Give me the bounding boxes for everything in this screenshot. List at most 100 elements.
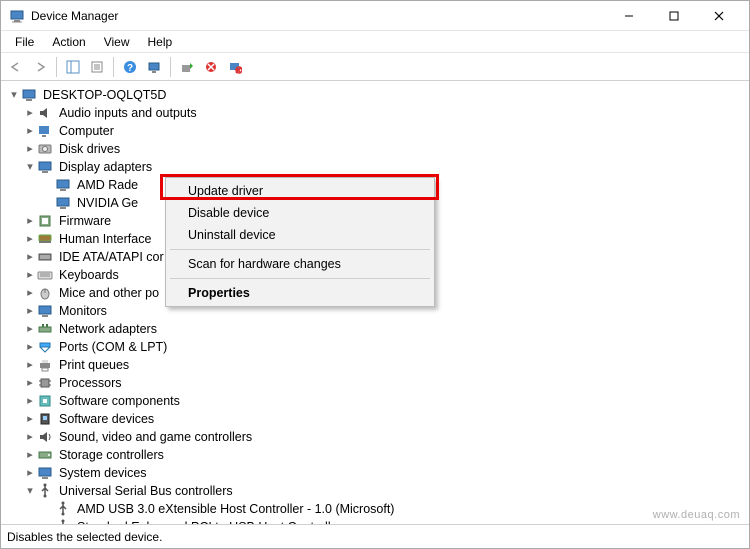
- node-label: NVIDIA Ge: [75, 194, 140, 212]
- chevron-right-icon[interactable]: ▸: [23, 286, 37, 300]
- node-label: AMD USB 3.0 eXtensible Host Controller -…: [75, 500, 396, 518]
- tree-category-usb[interactable]: ▾ Universal Serial Bus controllers: [7, 482, 747, 500]
- chevron-right-icon[interactable]: ▸: [23, 214, 37, 228]
- toolbar-separator: [113, 57, 114, 77]
- network-icon: [37, 321, 53, 337]
- ctx-scan-hardware[interactable]: Scan for hardware changes: [168, 253, 432, 275]
- usb-icon: [55, 501, 71, 517]
- usb-icon: [37, 483, 53, 499]
- node-label: Network adapters: [57, 320, 159, 338]
- tree-category-sound[interactable]: ▸Sound, video and game controllers: [7, 428, 747, 446]
- help-button[interactable]: ?: [119, 56, 141, 78]
- show-hide-tree-button[interactable]: [62, 56, 84, 78]
- tree-category-audio[interactable]: ▸ Audio inputs and outputs: [7, 104, 747, 122]
- chevron-right-icon[interactable]: ▸: [23, 394, 37, 408]
- node-label: Computer: [57, 122, 116, 140]
- menu-action[interactable]: Action: [44, 33, 93, 51]
- statusbar: Disables the selected device.: [1, 524, 749, 548]
- ctx-properties[interactable]: Properties: [168, 282, 432, 304]
- scan-hardware-button[interactable]: [143, 56, 165, 78]
- software-device-icon: [37, 411, 53, 427]
- chevron-right-icon[interactable]: ▸: [23, 340, 37, 354]
- back-button[interactable]: [5, 56, 27, 78]
- system-device-icon: [37, 465, 53, 481]
- node-label: Audio inputs and outputs: [57, 104, 199, 122]
- chevron-right-icon[interactable]: ▸: [23, 412, 37, 426]
- processor-icon: [37, 375, 53, 391]
- chevron-right-icon[interactable]: ▸: [23, 376, 37, 390]
- app-icon: [9, 8, 25, 24]
- tree-category-disk[interactable]: ▸Disk drives: [7, 140, 747, 158]
- node-label: Ports (COM & LPT): [57, 338, 169, 356]
- uninstall-device-button[interactable]: [200, 56, 222, 78]
- chevron-right-icon[interactable]: ▸: [23, 466, 37, 480]
- menu-help[interactable]: Help: [140, 33, 181, 51]
- node-label: DESKTOP-OQLQT5D: [41, 86, 168, 104]
- update-driver-button[interactable]: [176, 56, 198, 78]
- monitor-icon: [37, 303, 53, 319]
- node-label: Processors: [57, 374, 124, 392]
- chevron-right-icon[interactable]: ▸: [23, 124, 37, 138]
- tree-device-usb-amd[interactable]: ▸AMD USB 3.0 eXtensible Host Controller …: [7, 500, 747, 518]
- window-controls: [606, 2, 741, 30]
- software-component-icon: [37, 393, 53, 409]
- context-menu: Update driver Disable device Uninstall d…: [165, 177, 435, 307]
- maximize-button[interactable]: [651, 2, 696, 30]
- chevron-right-icon[interactable]: ▸: [23, 322, 37, 336]
- chevron-down-icon[interactable]: ▾: [23, 484, 37, 498]
- forward-button[interactable]: [29, 56, 51, 78]
- tree-category-printq[interactable]: ▸Print queues: [7, 356, 747, 374]
- ctx-separator: [170, 249, 430, 250]
- pc-icon: [37, 123, 53, 139]
- titlebar: Device Manager: [1, 1, 749, 31]
- storage-icon: [37, 447, 53, 463]
- status-text: Disables the selected device.: [7, 530, 162, 544]
- chevron-down-icon[interactable]: ▾: [23, 160, 37, 174]
- menubar: File Action View Help: [1, 31, 749, 53]
- node-label: Display adapters: [57, 158, 154, 176]
- computer-icon: [21, 87, 37, 103]
- tree-root[interactable]: ▾ DESKTOP-OQLQT5D: [7, 86, 747, 104]
- menu-file[interactable]: File: [7, 33, 42, 51]
- chevron-right-icon[interactable]: ▸: [23, 358, 37, 372]
- display-adapter-icon: [37, 159, 53, 175]
- tree-category-processors[interactable]: ▸ Processors: [7, 374, 747, 392]
- node-label: System devices: [57, 464, 149, 482]
- ide-icon: [37, 249, 53, 265]
- properties-button[interactable]: [86, 56, 108, 78]
- chevron-right-icon[interactable]: ▸: [23, 430, 37, 444]
- chevron-right-icon[interactable]: ▸: [23, 304, 37, 318]
- node-label: Universal Serial Bus controllers: [57, 482, 235, 500]
- close-button[interactable]: [696, 2, 741, 30]
- chevron-right-icon[interactable]: ▸: [23, 232, 37, 246]
- tree-category-softdev[interactable]: ▸Software devices: [7, 410, 747, 428]
- chevron-right-icon[interactable]: ▸: [23, 448, 37, 462]
- chevron-right-icon[interactable]: ▸: [23, 106, 37, 120]
- minimize-button[interactable]: [606, 2, 651, 30]
- disable-device-button[interactable]: [224, 56, 246, 78]
- menu-view[interactable]: View: [96, 33, 138, 51]
- chevron-right-icon[interactable]: ▸: [23, 250, 37, 264]
- port-icon: [37, 339, 53, 355]
- ctx-disable-device[interactable]: Disable device: [168, 202, 432, 224]
- svg-text:?: ?: [127, 63, 133, 74]
- tree-category-softcomp[interactable]: ▸Software components: [7, 392, 747, 410]
- ctx-update-driver[interactable]: Update driver: [168, 180, 432, 202]
- tree-category-network[interactable]: ▸ Network adapters: [7, 320, 747, 338]
- node-label: Mice and other po: [57, 284, 161, 302]
- tree-category-computer[interactable]: ▸ Computer: [7, 122, 747, 140]
- node-label: Storage controllers: [57, 446, 166, 464]
- node-label: Firmware: [57, 212, 113, 230]
- toolbar-separator: [170, 57, 171, 77]
- disk-icon: [37, 141, 53, 157]
- tree-category-sysdev[interactable]: ▸ System devices: [7, 464, 747, 482]
- watermark: www.deuaq.com: [653, 509, 740, 521]
- chip-icon: [37, 213, 53, 229]
- tree-category-display[interactable]: ▾ Display adapters: [7, 158, 747, 176]
- chevron-right-icon[interactable]: ▸: [23, 268, 37, 282]
- tree-category-ports[interactable]: ▸ Ports (COM & LPT): [7, 338, 747, 356]
- chevron-right-icon[interactable]: ▸: [23, 142, 37, 156]
- chevron-down-icon[interactable]: ▾: [7, 88, 21, 102]
- tree-category-storage[interactable]: ▸ Storage controllers: [7, 446, 747, 464]
- ctx-uninstall-device[interactable]: Uninstall device: [168, 224, 432, 246]
